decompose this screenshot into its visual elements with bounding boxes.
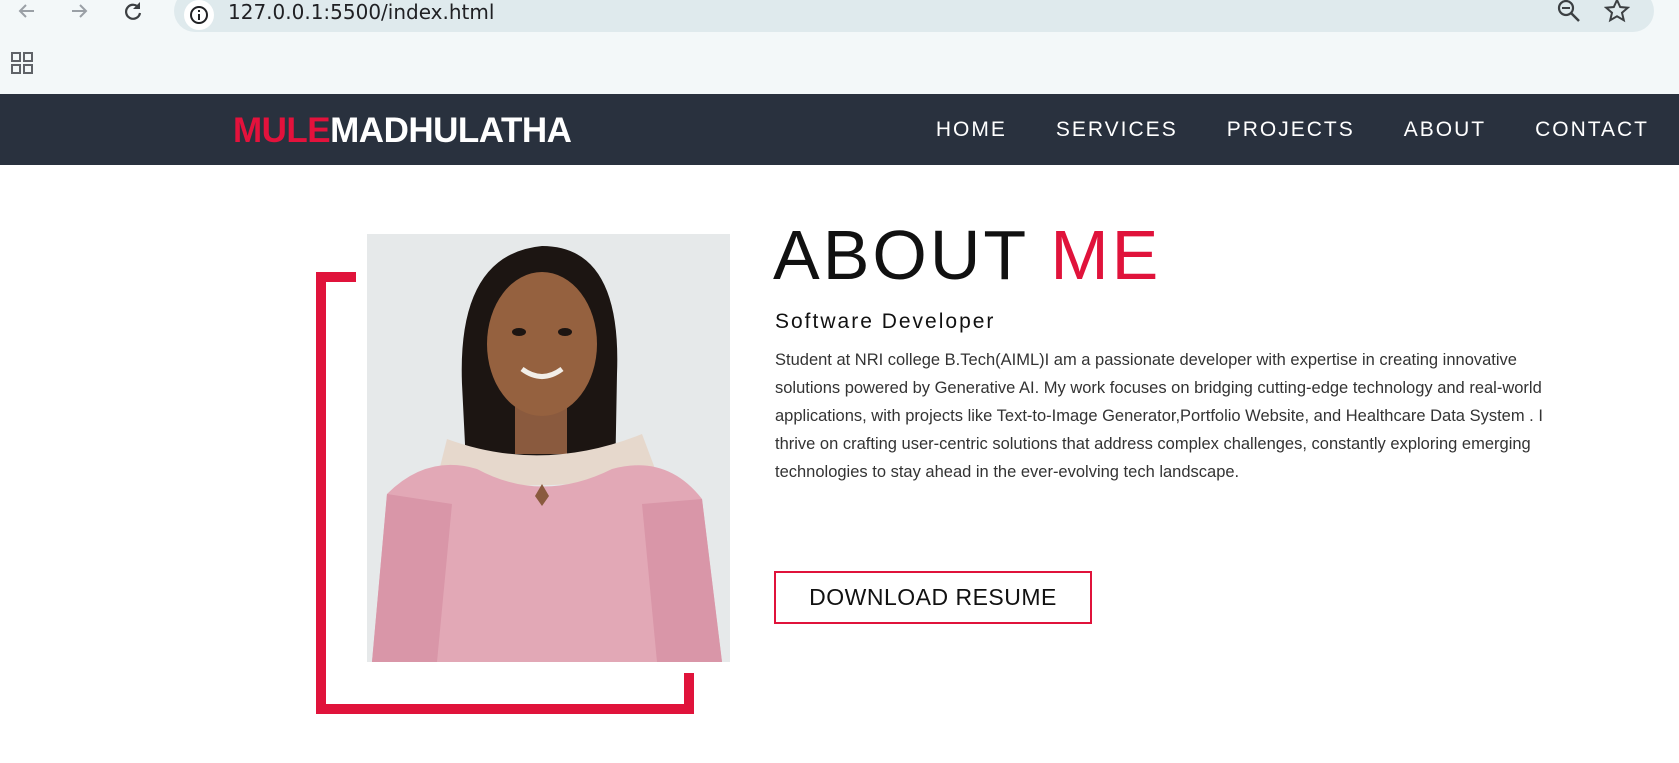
nav-item-services[interactable]: SERVICES	[1056, 118, 1178, 142]
site-navbar: MULEMADHULATHA HOME SERVICES PROJECTS AB…	[0, 94, 1679, 165]
photo-frame-left	[316, 272, 326, 714]
site-info-icon[interactable]	[184, 0, 214, 30]
zoom-icon[interactable]	[1556, 0, 1582, 29]
about-heading-accent: ME	[1050, 216, 1162, 294]
back-arrow-icon[interactable]	[14, 0, 40, 22]
browser-toolbar: 127.0.0.1:5500/index.html	[0, 0, 1679, 94]
address-bar[interactable]: 127.0.0.1:5500/index.html	[174, 0, 1654, 32]
logo-second-part: MADHULATHA	[330, 111, 572, 150]
logo-first-part: MULE	[233, 111, 331, 150]
download-resume-button[interactable]: DOWNLOAD RESUME	[774, 571, 1092, 624]
bio-paragraph: Student at NRI college B.Tech(AIML)I am …	[775, 351, 1543, 481]
nav-item-about[interactable]: ABOUT	[1404, 118, 1486, 142]
profile-photo	[367, 234, 730, 662]
photo-frame-right	[684, 673, 694, 714]
apps-grid-icon[interactable]	[11, 52, 33, 74]
photo-frame-bottom	[316, 704, 694, 714]
site-logo[interactable]: MULEMADHULATHA	[233, 111, 572, 151]
about-heading-main: ABOUT	[773, 216, 1028, 294]
nav-item-home[interactable]: HOME	[936, 118, 1007, 142]
url-text[interactable]: 127.0.0.1:5500/index.html	[228, 0, 494, 24]
nav-item-contact[interactable]: CONTACT	[1535, 118, 1649, 142]
about-heading: ABOUT ME	[773, 215, 1161, 295]
role-subtitle: Software Developer	[775, 310, 996, 333]
nav-item-projects[interactable]: PROJECTS	[1227, 118, 1355, 142]
nav-menu: HOME SERVICES PROJECTS ABOUT CONTACT	[936, 94, 1649, 165]
photo-frame-top	[316, 272, 356, 282]
reload-icon[interactable]	[120, 0, 146, 22]
bookmark-star-icon[interactable]	[1603, 0, 1631, 29]
forward-arrow-icon[interactable]	[66, 0, 92, 22]
